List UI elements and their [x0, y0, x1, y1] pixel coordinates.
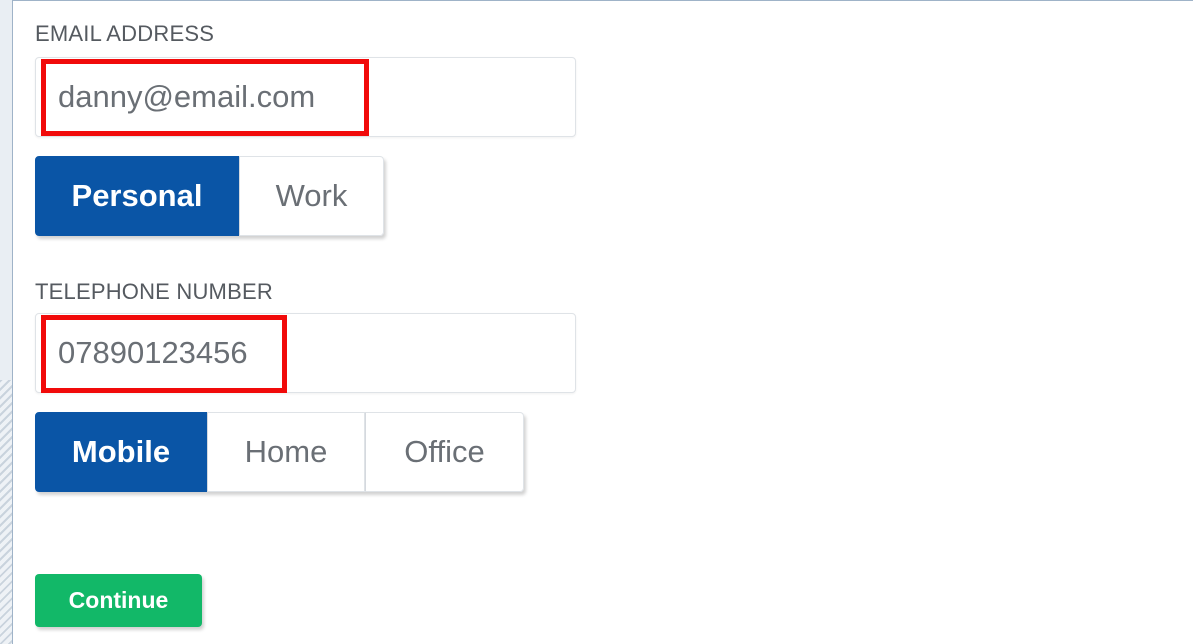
background-strip: [0, 380, 12, 644]
telephone-input[interactable]: [35, 313, 576, 393]
telephone-number-label: TELEPHONE NUMBER: [35, 279, 273, 304]
email-type-personal-button[interactable]: Personal: [35, 156, 239, 236]
email-type-work-button[interactable]: Work: [239, 156, 384, 236]
phone-type-toggle: Mobile Home Office: [35, 412, 524, 492]
contact-details-form: EMAIL ADDRESS Personal Work TELEPHONE NU…: [12, 0, 1193, 644]
phone-type-home-button[interactable]: Home: [207, 412, 365, 492]
continue-button[interactable]: Continue: [35, 574, 202, 627]
phone-type-office-button[interactable]: Office: [365, 412, 524, 492]
email-input[interactable]: [35, 57, 576, 137]
phone-type-mobile-button[interactable]: Mobile: [35, 412, 207, 492]
email-type-toggle: Personal Work: [35, 156, 384, 236]
email-address-label: EMAIL ADDRESS: [35, 21, 215, 46]
